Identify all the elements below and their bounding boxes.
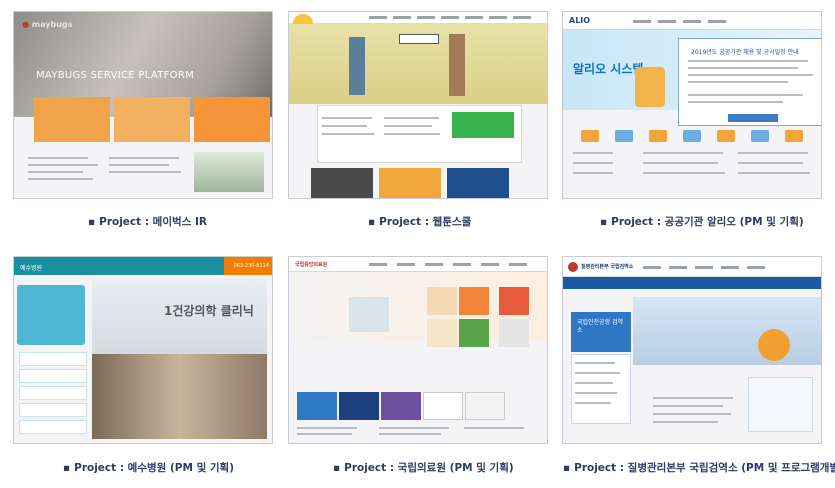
thumbnail [379, 168, 441, 198]
decor-image [194, 152, 264, 192]
caption-alio: ▪ Project : 공공기관 알리오 (PM 및 기획) [600, 216, 804, 228]
caption-maybugs: ▪ Project : 메이벅스 IR [88, 216, 207, 228]
left-menu [571, 354, 631, 424]
service-tile [194, 97, 270, 142]
site-logo: ALIO [569, 16, 591, 25]
site-headline: MAYBUGS SERVICE PLATFORM [36, 70, 194, 81]
site-nav [289, 12, 547, 24]
site-logo: 예수병원 [20, 265, 43, 272]
site-headline: 1건강의학 클리닉 [164, 304, 254, 318]
caption-yesu-hospital: ▪ Project : 예수병원 (PM 및 기획) [63, 462, 235, 474]
emergency-banner [17, 285, 85, 345]
project-thumbnail-national-medical-center: 국립중앙의료원 [288, 256, 548, 444]
green-badge [452, 112, 514, 138]
project-thumbnail-webtoon-school [288, 11, 548, 199]
badge-circle [758, 329, 790, 361]
site-nav [563, 277, 821, 289]
site-logo: 질병관리본부 국립검역소 [581, 264, 634, 270]
thumbnail [311, 168, 373, 198]
caption-kcdc-quarantine: ▪ Project : 질병관리본부 국립검역소 (PM 및 프로그램개발) [563, 462, 835, 474]
project-thumbnail-alio: ALIO 알리오 시스템 2019년도 공공기관 채용 및 공시일정 안내 [562, 11, 822, 199]
service-tile [34, 97, 110, 142]
project-thumbnail-kcdc-quarantine: 질병관리본부 국립검역소 국립인천공항 검역소 [562, 256, 822, 444]
site-nav [289, 257, 547, 272]
site-headline: 알리오 시스템 [573, 62, 644, 76]
hero-photo [92, 354, 267, 439]
site-logo: 국립중앙의료원 [295, 262, 328, 268]
site-nav [563, 12, 821, 30]
phone-number: 063-230-8114 [233, 263, 269, 269]
thumbnail [447, 168, 509, 198]
site-logo: ● maybugs [22, 20, 73, 29]
project-thumbnail-yesu-hospital: 예수병원 063-230-8114 1건강의학 클리닉 [13, 256, 273, 444]
service-tile [114, 97, 190, 142]
hero-banner [633, 297, 821, 365]
project-thumbnail-maybugs: ● maybugs MAYBUGS SERVICE PLATFORM [13, 11, 273, 199]
